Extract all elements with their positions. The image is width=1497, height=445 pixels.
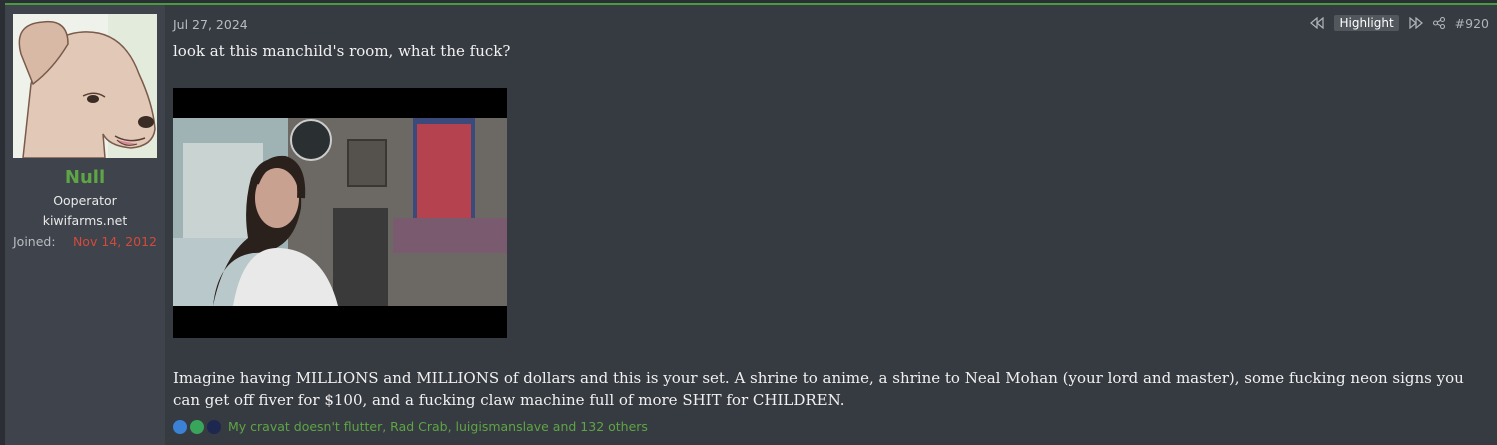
post-text-paragraph: Imagine having MILLIONS and MILLIONS of … xyxy=(173,369,1464,409)
video-still-image xyxy=(173,88,507,338)
joined-label: Joined: xyxy=(13,234,56,249)
dog-avatar-image xyxy=(13,14,157,158)
user-sidebar: Null Ooperator kiwifarms.net Joined: Nov… xyxy=(5,5,165,445)
top-hat-icon xyxy=(207,419,221,434)
post-date[interactable]: Jul 27, 2024 xyxy=(173,17,248,32)
rewind-icon[interactable] xyxy=(1310,17,1325,29)
share-icon[interactable] xyxy=(1432,17,1445,29)
post-number[interactable]: #920 xyxy=(1455,16,1489,31)
post-container: Null Ooperator kiwifarms.net Joined: Nov… xyxy=(5,3,1497,445)
post-text-line1: look at this manchild's room, what the f… xyxy=(173,42,511,60)
avatar[interactable] xyxy=(13,14,157,158)
highlight-button[interactable]: Highlight xyxy=(1334,15,1399,31)
joined-date: Nov 14, 2012 xyxy=(72,234,157,249)
user-site: kiwifarms.net xyxy=(42,213,128,228)
post-actions: Highlight #920 xyxy=(1310,15,1489,31)
embedded-image[interactable] xyxy=(173,88,507,338)
username[interactable]: Null xyxy=(5,167,165,188)
user-title: Ooperator xyxy=(53,193,117,208)
checkmark-icon xyxy=(190,419,204,434)
fast-forward-icon[interactable] xyxy=(1409,17,1423,29)
reactions-list[interactable]: My cravat doesn't flutter, Rad Crab, lui… xyxy=(228,419,648,434)
reactions-bar[interactable]: My cravat doesn't flutter, Rad Crab, lui… xyxy=(173,419,648,434)
thumbs-up-icon xyxy=(173,419,187,434)
